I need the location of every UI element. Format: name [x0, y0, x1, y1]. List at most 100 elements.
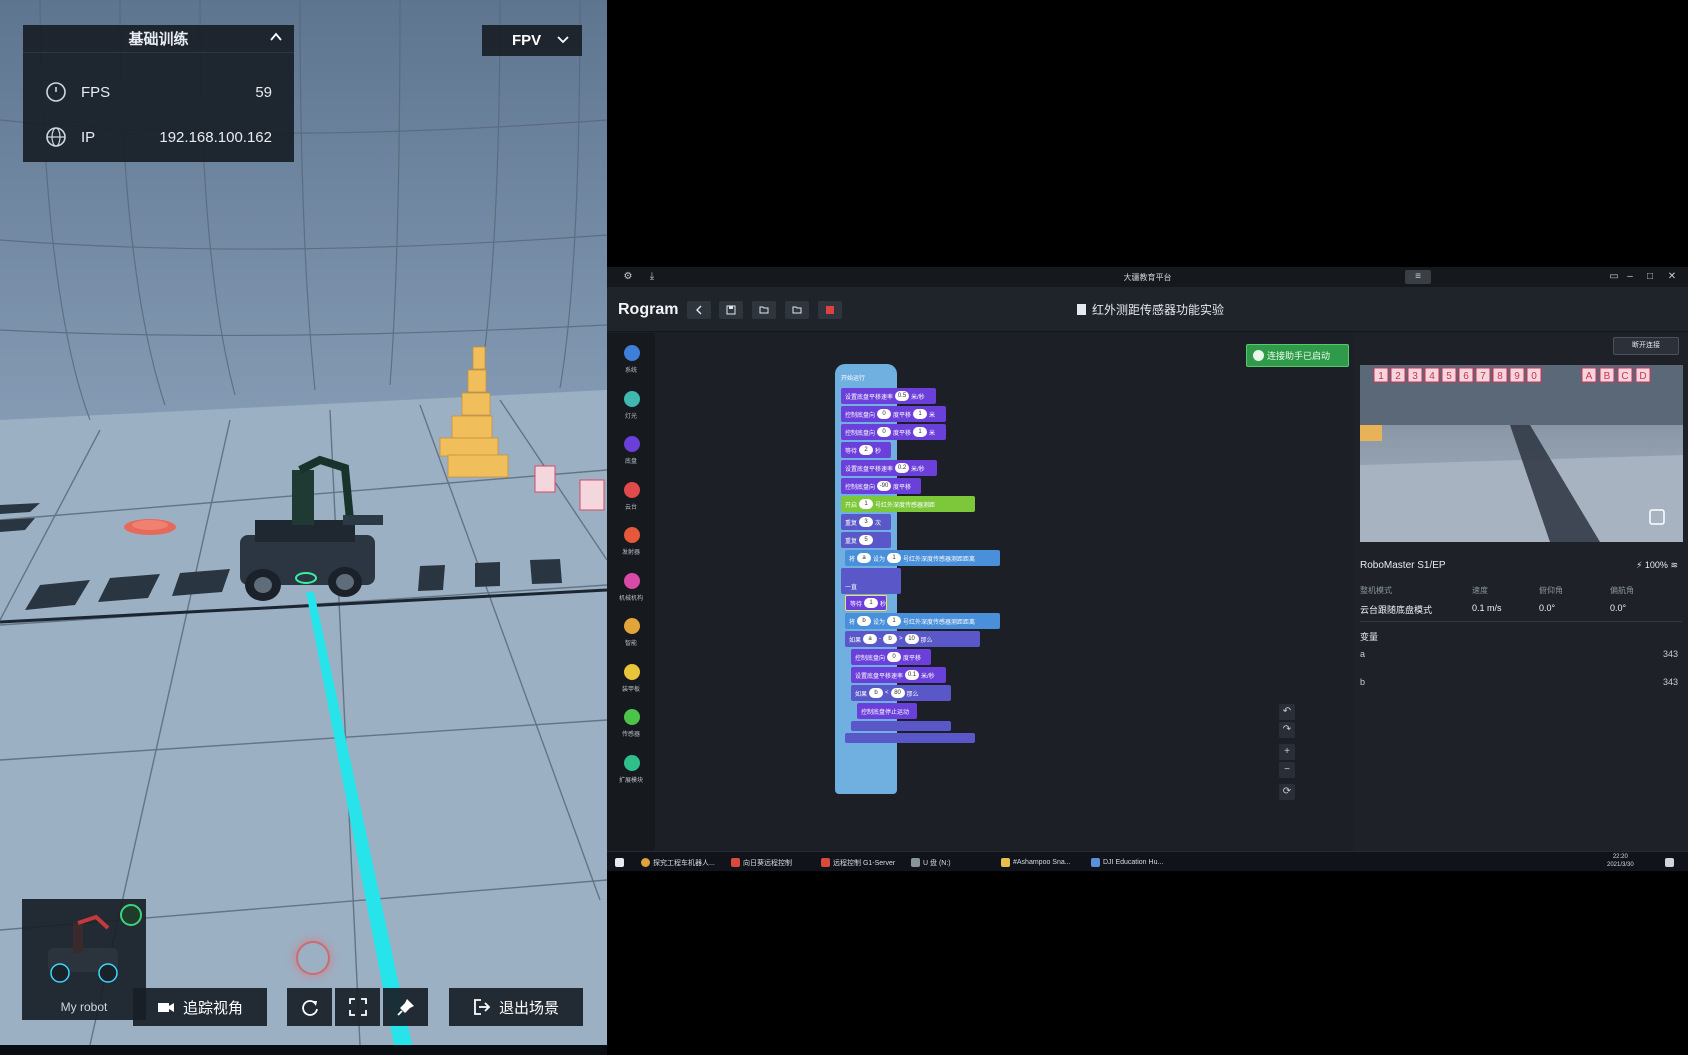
palette-category[interactable]: 传感器 — [607, 703, 655, 747]
taskbar-item[interactable]: 远程控制 G1-Server — [821, 856, 895, 869]
check-icon — [1253, 350, 1264, 361]
minimize-icon[interactable]: – — [1623, 270, 1637, 284]
open-folder-button[interactable] — [785, 301, 809, 319]
zoom-in-icon[interactable]: + — [1279, 744, 1295, 760]
exit-scene-button[interactable]: 退出场景 — [449, 988, 583, 1026]
category-icon — [624, 436, 640, 452]
palette-category[interactable]: 发射器 — [607, 521, 655, 565]
block-if-1[interactable]: 如果 a - b >10 那么 — [845, 631, 980, 647]
dial-icon — [46, 82, 66, 102]
disconnect-button[interactable]: 断开连接 — [1613, 337, 1679, 355]
training-info-panel: 基础训练 FPS 59 IP 192.168.100.162 — [23, 25, 294, 162]
category-icon — [624, 709, 640, 725]
robot-thumbnail-card[interactable]: My robot — [22, 899, 146, 1020]
robot-model-name: RoboMaster S1/EP — [1360, 560, 1446, 571]
save-icon — [726, 305, 736, 315]
block-translate-2[interactable]: 控制底盘向 0 度平移 1 米 — [841, 424, 946, 440]
zoom-out-icon[interactable]: − — [1279, 762, 1295, 778]
folder-plus-icon — [759, 306, 769, 314]
block-set-var-a[interactable]: 将 a 设为 1 号红外深度传感器测距距离 — [845, 550, 1000, 566]
camera-icon — [157, 1003, 174, 1012]
palette-category[interactable]: 智能 — [607, 612, 655, 656]
palette-category[interactable]: 灯光 — [607, 385, 655, 429]
maximize-icon[interactable]: □ — [1643, 270, 1657, 284]
block-enable-sensor[interactable]: 开启 1 号红外深度传感器测距 — [841, 496, 975, 512]
marker-label: 7 — [1480, 371, 1486, 382]
variable-value: 343 — [1662, 649, 1678, 659]
reset-zoom-icon[interactable]: ⟳ — [1279, 784, 1295, 800]
taskbar-item[interactable]: 探究工程车机器人... — [641, 856, 715, 869]
chevron-left-icon — [696, 305, 702, 315]
palette-category[interactable]: 底盘 — [607, 430, 655, 474]
save-button[interactable] — [719, 301, 743, 319]
restore-icon[interactable]: ▭ — [1607, 270, 1621, 284]
block-set-speed-2[interactable]: 设置底盘平移速率 0.2 米/秒 — [841, 460, 937, 476]
app-header: Rogram 红外测距传感器功能实验 — [607, 287, 1688, 332]
clock[interactable]: 22:20 2021/3/30 — [1607, 853, 1634, 868]
block-wait-2[interactable]: 等待 1 秒 — [845, 595, 887, 611]
connection-status-text: 连接助手已启动 — [1267, 351, 1331, 361]
block-wait-1[interactable]: 等待 2 秒 — [841, 442, 891, 458]
block-translate-3[interactable]: 控制底盘向 -90 度平移 — [841, 478, 921, 494]
block-repeat-1[interactable]: 重复 3 次 — [841, 514, 891, 530]
pin-button[interactable] — [383, 988, 428, 1026]
chevron-up-icon[interactable] — [270, 31, 282, 43]
notification-icon[interactable] — [1665, 856, 1677, 869]
marker-label: 4 — [1429, 371, 1435, 382]
target-icon[interactable] — [120, 904, 142, 926]
back-button[interactable] — [687, 301, 711, 319]
fullscreen-button[interactable] — [335, 988, 380, 1026]
stop-button[interactable] — [818, 301, 842, 319]
camera-scene: 1234567890 ABCD — [1360, 365, 1683, 542]
category-icon — [624, 390, 640, 407]
palette-category[interactable]: 装甲板 — [607, 658, 655, 702]
stat-value-pitch: 0.0° — [1539, 603, 1556, 613]
palette-category[interactable]: 系统 — [607, 339, 655, 383]
follow-view-button[interactable]: 追踪视角 — [133, 988, 267, 1026]
follow-view-label: 追踪视角 — [182, 999, 243, 1017]
stat-value-yaw: 0.0° — [1610, 603, 1627, 613]
block-translate-4[interactable]: 控制底盘向 0 度平移 — [851, 649, 931, 665]
undo-icon[interactable]: ↶ — [1279, 704, 1295, 720]
close-icon[interactable]: ✕ — [1665, 270, 1679, 284]
block-if-1-end — [845, 733, 975, 743]
reset-button[interactable] — [287, 988, 332, 1026]
marker-label: A — [1586, 371, 1593, 382]
category-icon — [624, 572, 640, 589]
block-set-var-b[interactable]: 将 b 设为 1 号红外深度传感器测距距离 — [845, 613, 1000, 629]
marker-label: 6 — [1463, 371, 1469, 382]
block-forever[interactable]: 一直 — [841, 578, 901, 594]
palette-category[interactable]: 扩展模块 — [607, 749, 655, 793]
block-translate-1[interactable]: 控制底盘向 0 度平移 1 米 — [841, 406, 946, 422]
block-if-2[interactable]: 如果 b <80 那么 — [851, 685, 951, 701]
taskbar-item[interactable]: 向日葵远程控制 — [731, 856, 792, 869]
redo-icon[interactable]: ↷ — [1279, 722, 1295, 738]
stat-header-pitch: 俯仰角 — [1539, 586, 1563, 595]
exit-icon — [474, 999, 491, 1015]
sim-taskbar-strip — [0, 1045, 607, 1055]
taskbar-item[interactable]: U 盘 (N:) — [911, 856, 951, 869]
new-folder-button[interactable] — [752, 301, 776, 319]
start-icon[interactable] — [615, 856, 627, 869]
palette-category[interactable]: 机械机构 — [607, 567, 655, 611]
category-label: 装甲板 — [621, 686, 640, 693]
start-hat-block[interactable]: 开始运行 — [837, 370, 893, 384]
pin-icon — [396, 999, 414, 1016]
code-workspace[interactable]: 连接助手已启动 开始运行 设置底盘平移速率 0.5 米/秒 控制底盘向 0 度平移 1 米 … — [655, 333, 1354, 851]
block-repeat-2[interactable]: 重复 5 — [841, 532, 891, 548]
menu-icon[interactable]: ≡ — [1405, 270, 1431, 284]
block-set-speed-3[interactable]: 设置底盘平移速率 0.1 米/秒 — [851, 667, 946, 683]
view-mode-dropdown[interactable]: FPV — [482, 25, 582, 56]
block-set-speed-1[interactable]: 设置底盘平移速率 0.5 米/秒 — [841, 388, 936, 404]
palette-category[interactable]: 云台 — [607, 476, 655, 520]
category-icon — [624, 663, 640, 680]
category-label: 系统 — [624, 368, 637, 374]
taskbar-item[interactable]: #Ashampoo Sna... — [1001, 856, 1071, 869]
taskbar-item[interactable]: DJI Education Hu... — [1091, 856, 1163, 869]
ip-value: 192.168.100.162 — [159, 128, 272, 146]
simulator-view[interactable]: 基础训练 FPS 59 IP 192.168.100.162 FPV My ro… — [0, 0, 607, 1055]
stat-header-speed: 速度 — [1472, 586, 1488, 595]
category-icon — [624, 345, 640, 361]
block-stop-chassis[interactable]: 控制底盘停止运动 — [857, 703, 917, 719]
panel-header[interactable]: 基础训练 — [23, 25, 294, 53]
